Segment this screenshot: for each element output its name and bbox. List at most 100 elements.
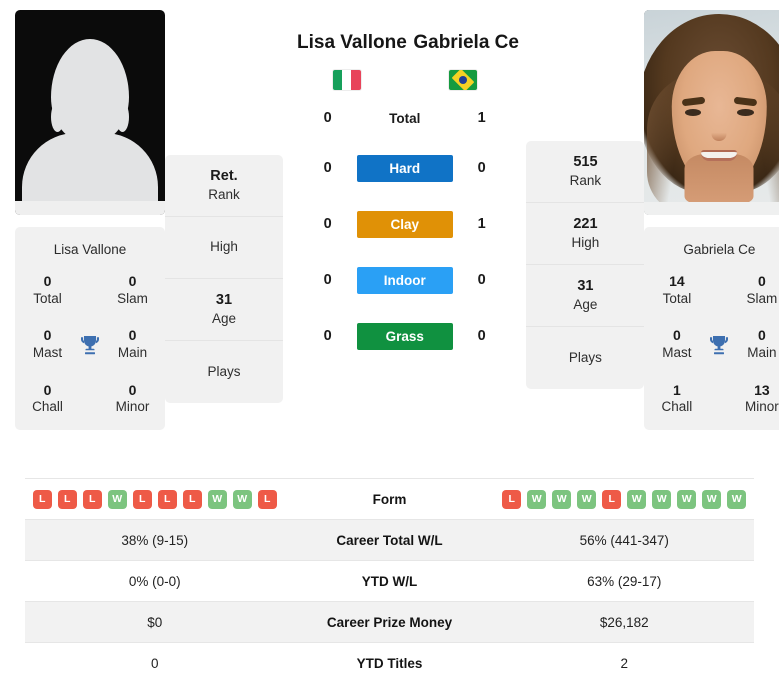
- form-badge-w[interactable]: W: [677, 489, 697, 509]
- h2h-row-total: 0 Total 1: [289, 96, 520, 140]
- right-player-name-block: Gabriela Ce: [413, 32, 519, 90]
- form-badge-w[interactable]: W: [107, 489, 127, 509]
- right-rank-row: 515 Rank: [526, 141, 645, 203]
- h2h-surface-list: 0 Total 1 0 Hard 0 0 Clay 1 0 Indoor 0 0…: [289, 96, 520, 364]
- form-badge-l[interactable]: L: [132, 489, 152, 509]
- form-badge-l[interactable]: L: [602, 489, 622, 509]
- right-titles-minor: 13 Minor: [745, 381, 779, 415]
- right-form-badges: LWWWLWWWWW: [495, 489, 755, 509]
- right-ytd-wl: 63% (29-17): [587, 573, 662, 589]
- player-comparison-page: Lisa Vallone 0 Total 0 Slam 0 Mast 0 Mai…: [0, 0, 779, 699]
- right-player-name[interactable]: Gabriela Ce: [413, 32, 519, 54]
- right-age-row: 31 Age: [526, 265, 645, 327]
- form-badge-w[interactable]: W: [652, 489, 672, 509]
- h2h-row-hard: 0 Hard 0: [289, 140, 520, 196]
- comparison-stats-table: LLLWLLLWWL Form LWWWLWWWWW 38% (9-15) Ca…: [0, 478, 779, 683]
- form-badge-l[interactable]: L: [57, 489, 77, 509]
- left-player-name-block: Lisa Vallone: [297, 32, 407, 90]
- h2h-right-grass: 0: [477, 328, 486, 344]
- right-player-ranking-card: 515 Rank 221 High 31 Age Plays: [526, 141, 645, 389]
- right-titles-slam: 0 Slam: [746, 273, 778, 306]
- left-titles-mast: 0 Mast: [32, 327, 63, 360]
- trophy-icon: [72, 333, 108, 357]
- right-ytd-titles: 2: [620, 655, 628, 671]
- flag-italy-icon: [332, 70, 361, 90]
- form-badge-w[interactable]: W: [527, 489, 547, 509]
- left-career-prize-money: $0: [147, 614, 163, 630]
- table-row-career-total-wl: 38% (9-15) Career Total W/L 56% (441-347…: [25, 519, 754, 560]
- table-row-career-prize-money: $0 Career Prize Money $26,182: [25, 601, 754, 642]
- surface-badge-clay: Clay: [356, 210, 453, 238]
- form-badge-l[interactable]: L: [32, 489, 52, 509]
- h2h-right-hard: 0: [477, 160, 486, 176]
- form-badge-l[interactable]: L: [157, 489, 177, 509]
- h2h-right-total: 1: [477, 110, 486, 126]
- form-badge-l[interactable]: L: [257, 489, 277, 509]
- form-badge-w[interactable]: W: [727, 489, 747, 509]
- left-player-titles-card: Lisa Vallone 0 Total 0 Slam 0 Mast 0 Mai…: [15, 227, 165, 431]
- right-titles-total: 14 Total: [662, 273, 692, 306]
- row-label-ytd-titles: YTD Titles: [356, 655, 423, 671]
- left-plays-row: Plays: [207, 363, 241, 379]
- left-titles-minor: 0 Minor: [115, 381, 150, 415]
- left-career-total-wl: 38% (9-15): [121, 532, 189, 548]
- right-titles-main: 0 Main: [747, 327, 777, 360]
- table-row-form: LLLWLLLWWL Form LWWWLWWWWW: [25, 478, 754, 519]
- left-player-photo: [15, 10, 165, 215]
- form-badge-w[interactable]: W: [702, 489, 722, 509]
- left-form-badges: LLLWLLLWWL: [25, 489, 285, 509]
- h2h-left-clay: 0: [323, 216, 332, 232]
- left-ytd-wl: 0% (0-0): [128, 573, 181, 589]
- form-badge-l[interactable]: L: [502, 489, 522, 509]
- form-badge-l[interactable]: L: [82, 489, 102, 509]
- right-player-titles-card: Gabriela Ce 14 Total 0 Slam 0 Mast 0 Mai…: [644, 227, 779, 431]
- right-career-prize-money: $26,182: [599, 614, 649, 630]
- form-badge-w[interactable]: W: [577, 489, 597, 509]
- right-titles-chall: 1 Chall: [661, 381, 693, 415]
- table-row-ytd-titles: 0 YTD Titles 2: [25, 642, 754, 683]
- left-titles-slam: 0 Slam: [117, 273, 148, 306]
- left-player-column: Lisa Vallone 0 Total 0 Slam 0 Mast 0 Mai…: [15, 10, 165, 431]
- form-badge-w[interactable]: W: [627, 489, 647, 509]
- row-label-ytd-wl: YTD W/L: [361, 573, 418, 589]
- left-rank-row: Ret. Rank: [165, 155, 283, 217]
- row-label-form: Form: [372, 491, 407, 507]
- head-to-head-center: Lisa Vallone Gabriela Ce 0 Total 1 0 Har…: [283, 10, 526, 364]
- h2h-right-indoor: 0: [477, 272, 486, 288]
- h2h-row-indoor: 0 Indoor 0: [289, 252, 520, 308]
- right-plays-row: Plays: [568, 349, 602, 365]
- form-badge-l[interactable]: L: [182, 489, 202, 509]
- left-titles-total: 0 Total: [33, 273, 62, 306]
- h2h-row-grass: 0 Grass 0: [289, 308, 520, 364]
- h2h-left-total: 0: [323, 110, 332, 126]
- left-titles-main: 0 Main: [117, 327, 148, 360]
- h2h-label-total: Total: [389, 110, 421, 126]
- row-label-career-total-wl: Career Total W/L: [336, 532, 443, 548]
- form-badge-w[interactable]: W: [232, 489, 252, 509]
- player-portrait-image: [644, 10, 779, 215]
- right-career-total-wl: 56% (441-347): [579, 532, 669, 548]
- left-form-cell: LLLWLLLWWL: [25, 489, 285, 509]
- left-card-player-name: Lisa Vallone: [53, 242, 127, 257]
- left-player-name[interactable]: Lisa Vallone: [297, 32, 407, 54]
- h2h-left-indoor: 0: [323, 272, 332, 288]
- left-high-row: High: [165, 217, 283, 279]
- right-player-photo: [644, 10, 779, 215]
- left-age-row: 31 Age: [165, 279, 283, 341]
- right-high-row: 221 High: [526, 203, 645, 265]
- h2h-left-grass: 0: [323, 328, 332, 344]
- left-titles-chall: 0 Chall: [32, 381, 63, 415]
- surface-badge-hard: Hard: [356, 154, 453, 182]
- form-badge-w[interactable]: W: [552, 489, 572, 509]
- surface-badge-grass: Grass: [356, 322, 453, 350]
- h2h-row-clay: 0 Clay 1: [289, 196, 520, 252]
- right-form-cell: LWWWLWWWWW: [495, 489, 755, 509]
- form-badge-w[interactable]: W: [207, 489, 227, 509]
- trophy-icon: [701, 333, 737, 357]
- surface-badge-indoor: Indoor: [356, 266, 453, 294]
- right-card-player-name: Gabriela Ce: [683, 242, 756, 257]
- avatar-placeholder-icon: [15, 10, 165, 215]
- player-names-row: Lisa Vallone Gabriela Ce: [289, 10, 520, 90]
- h2h-left-hard: 0: [323, 160, 332, 176]
- comparison-header: Lisa Vallone 0 Total 0 Slam 0 Mast 0 Mai…: [0, 0, 779, 478]
